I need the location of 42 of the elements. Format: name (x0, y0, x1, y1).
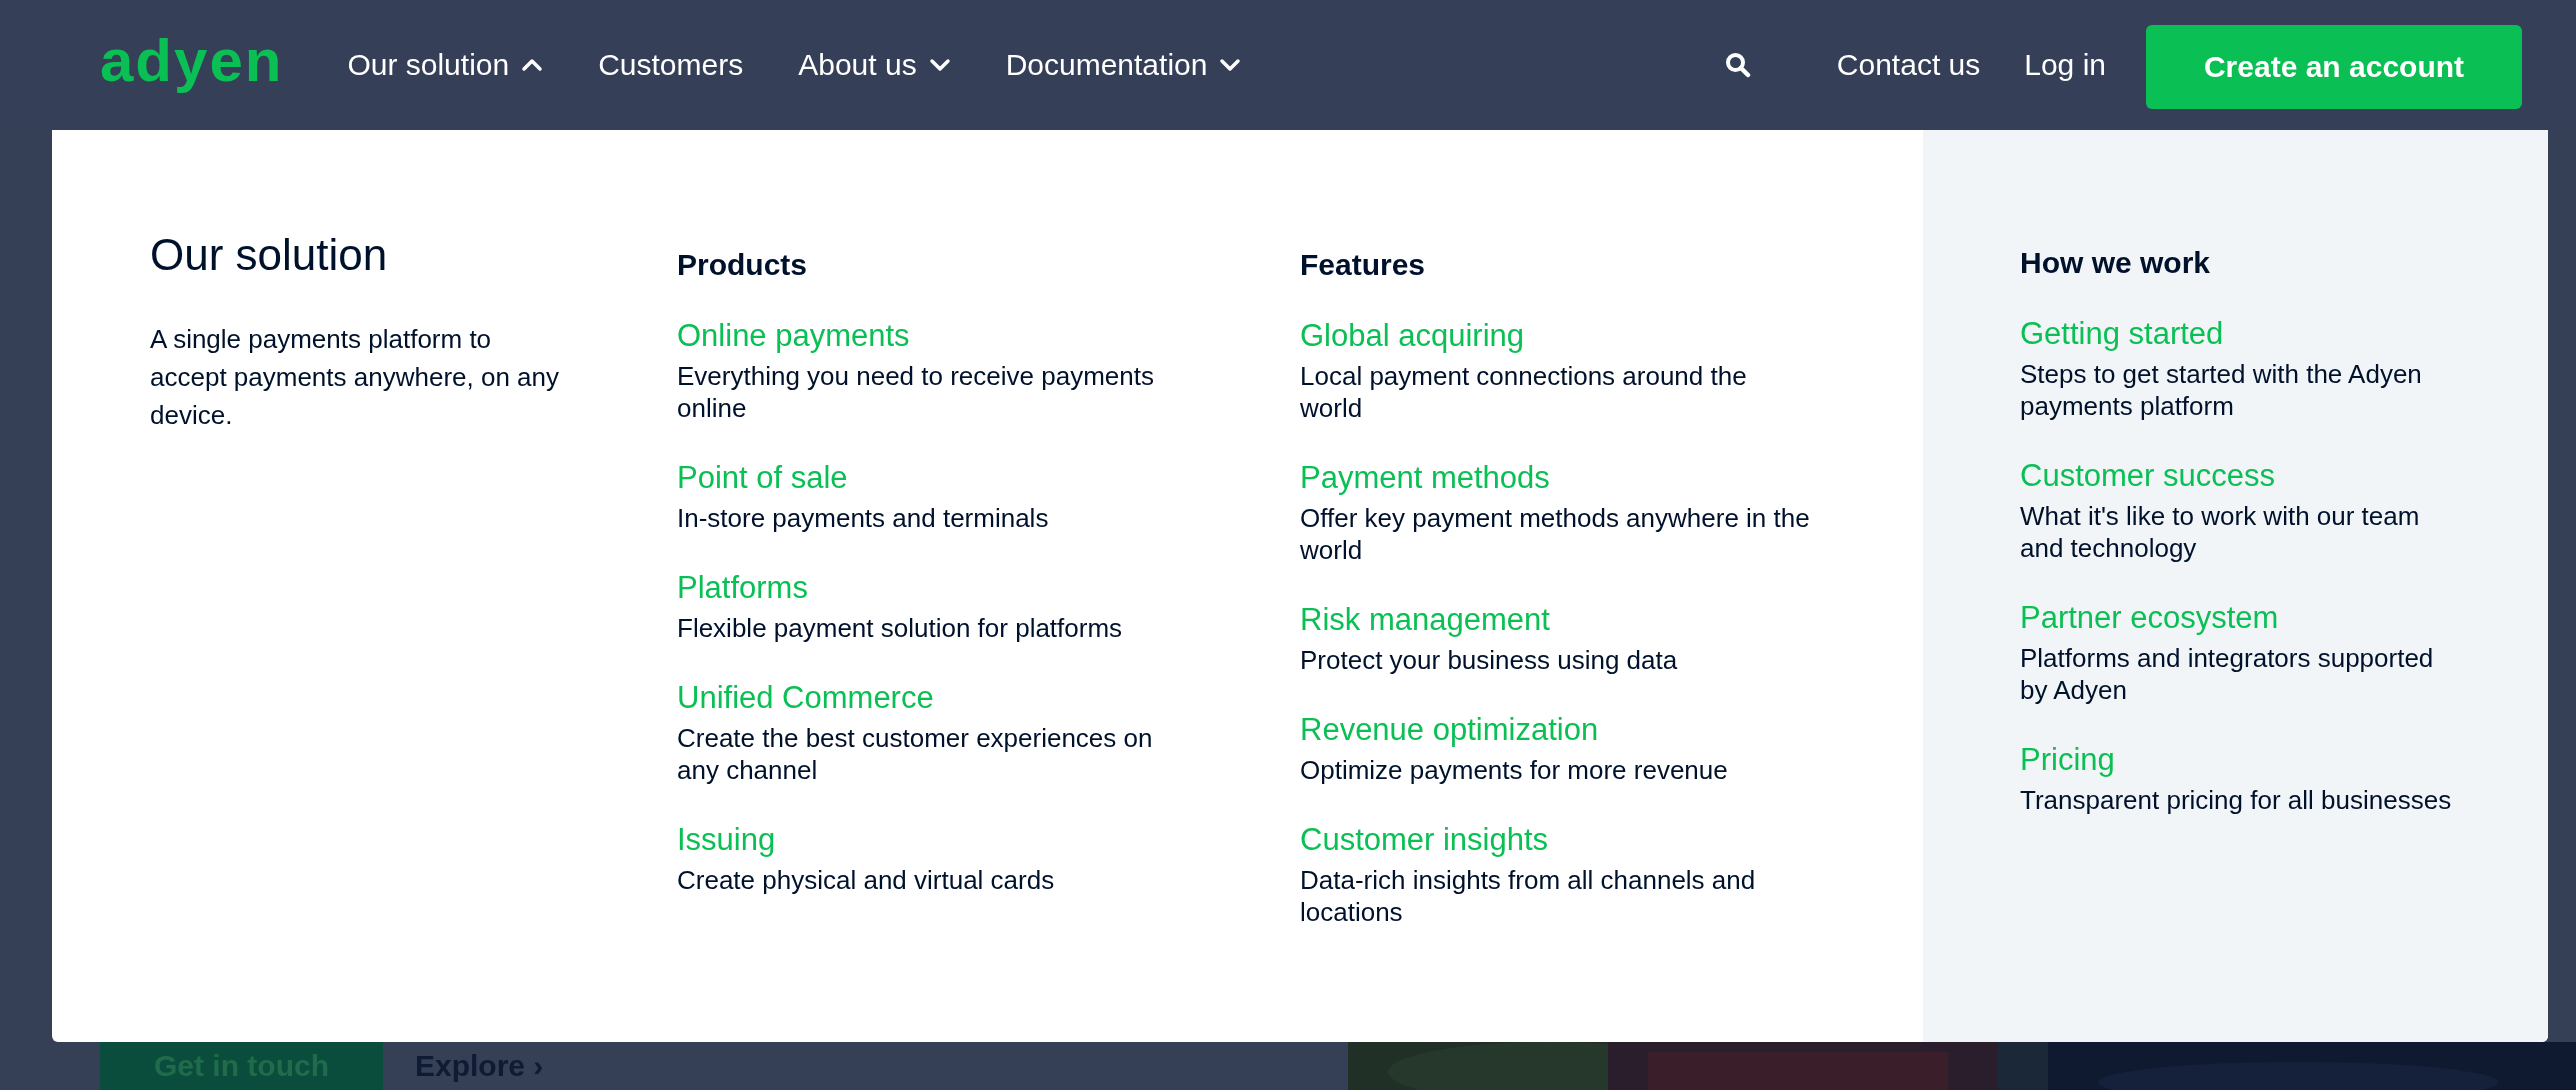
menu-link[interactable]: Customer success (2020, 458, 2548, 494)
nav-link[interactable]: Customers (598, 48, 744, 82)
menu-link[interactable]: Payment methods (1300, 460, 1923, 496)
menu-link[interactable]: Revenue optimization (1300, 712, 1923, 748)
menu-link-description: Offer key payment methods anywhere in the world (1300, 502, 1810, 566)
menu-link-description: Platforms and integrators supported by Adyen (2020, 642, 2435, 706)
column-heading: Products (677, 248, 809, 282)
menu-link[interactable]: Issuing (677, 822, 1300, 858)
menu-link[interactable]: Risk management (1300, 602, 1923, 638)
column-heading: How we work (2020, 246, 2212, 280)
menu-title: Our solution (150, 230, 389, 280)
menu-link[interactable]: Getting started (2020, 316, 2548, 352)
column-heading: Features (1300, 248, 1427, 282)
menu-link[interactable]: Point of sale (677, 460, 1300, 496)
menu-link-description: Optimize payments for more revenue (1300, 754, 1729, 786)
search-icon[interactable] (1724, 52, 1751, 78)
menu-link-description: Protect your business using data (1300, 644, 1679, 676)
menu-link[interactable]: Pricing (2020, 742, 2548, 778)
menu-link[interactable]: Customer insights (1300, 822, 1923, 858)
create-account-button[interactable]: Create an account (2146, 25, 2522, 109)
menu-link-description: Create physical and virtual cards (677, 864, 1056, 896)
menu-link-description: Flexible payment solution for platforms (677, 612, 1124, 644)
nav-link[interactable]: Our solution (347, 48, 544, 82)
menu-link-description: Everything you need to receive payments online (677, 360, 1155, 424)
menu-description: A single payments platform to accept payments anywhere, on any device. (150, 323, 561, 432)
menu-link-description: In-store payments and terminals (677, 502, 1050, 534)
nav-link[interactable]: Log in (2024, 48, 2106, 82)
menu-link[interactable]: Platforms (677, 570, 1300, 606)
nav-link[interactable]: Documentation (1005, 48, 1242, 82)
menu-link[interactable]: Partner ecosystem (2020, 600, 2548, 636)
menu-link-description: Local payment connections around the world (1300, 360, 1748, 424)
menu-link-description: Transparent pricing for all businesses (2020, 784, 2453, 816)
menu-link-description: Data-rich insights from all channels and locations (1300, 864, 1757, 928)
nav-link[interactable]: Contact us (1836, 48, 1981, 82)
menu-link-description: Steps to get started with the Adyen payments platform (2020, 358, 2423, 422)
menu-link-description: What it's like to work with our team and technology (2020, 500, 2421, 564)
menu-link-description: Create the best customer experiences on any channel (677, 722, 1154, 786)
nav-link[interactable]: About us (798, 48, 951, 82)
menu-link[interactable]: Unified Commerce (677, 680, 1300, 716)
menu-link[interactable]: Online payments (677, 318, 1300, 354)
menu-link[interactable]: Global acquiring (1300, 318, 1923, 354)
logo[interactable]: adyen (100, 31, 284, 91)
